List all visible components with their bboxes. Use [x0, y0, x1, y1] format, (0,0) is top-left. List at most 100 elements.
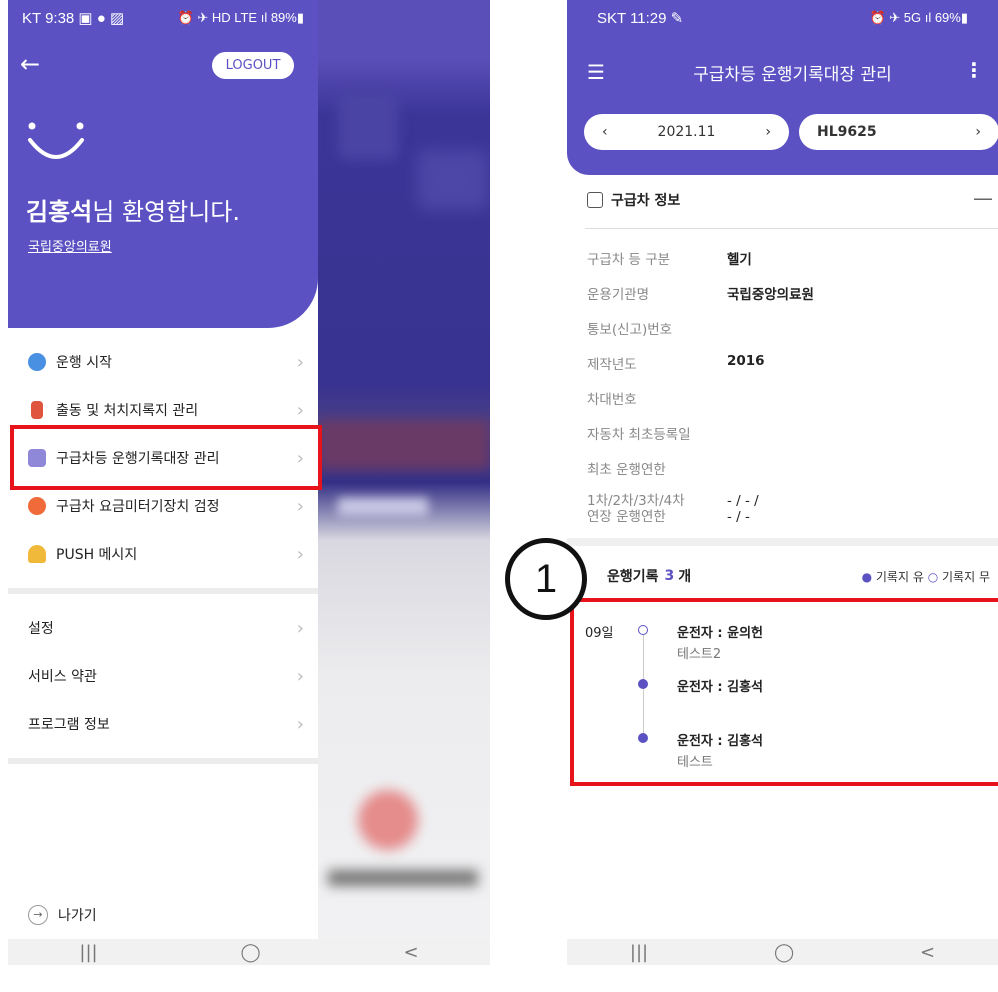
info-row: 통보(신고)번호	[587, 318, 987, 353]
chevron-right-icon: ›	[296, 665, 304, 687]
chevron-right-icon: ›	[975, 124, 981, 140]
chevron-right-icon: ›	[296, 617, 304, 639]
records-count: 3	[664, 568, 675, 584]
info-key: 1차/2차/3차/4차 연장 운행연한	[587, 493, 685, 526]
home-button[interactable]: ◯	[774, 942, 794, 963]
info-key: 자동차 최초등록일	[587, 427, 691, 443]
recent-apps-button[interactable]: |||	[630, 942, 648, 963]
user-name: 김홍석	[26, 198, 93, 226]
info-key: 최초 운행연한	[587, 462, 666, 478]
info-key: 구급차 등 구분	[587, 252, 671, 268]
hollow-dot-icon: ○	[927, 570, 939, 584]
menu-item-push-message[interactable]: PUSH 메시지 ›	[8, 530, 318, 578]
menu-item-start-operation[interactable]: 운행 시작 ›	[8, 338, 318, 386]
info-row: 최초 운행연한	[587, 458, 987, 493]
records-title: 운행기록	[607, 569, 659, 585]
info-row: 운용기관명 국립중앙의료원	[587, 283, 987, 318]
vehicle-value: HL9625	[817, 124, 877, 140]
month-selector: ‹ 2021.11 ›	[584, 114, 789, 150]
document-icon	[31, 401, 43, 419]
exit-icon: →	[28, 905, 48, 925]
menu-item-terms[interactable]: 서비스 약관 ›	[8, 652, 318, 700]
status-left: SKT 11:29 ✎	[597, 10, 684, 27]
info-row: 구급차 등 구분 헬기	[587, 248, 987, 283]
info-key: 차대번호	[587, 392, 637, 408]
divider	[567, 538, 998, 546]
back-arrow-icon[interactable]: ←	[20, 50, 50, 80]
info-row: 차대번호	[587, 388, 987, 423]
filled-dot-icon: ●	[861, 570, 873, 584]
legend-yes: 기록지 유	[875, 570, 924, 584]
left-phone-screen: KT 9:38 ▣ ● ▨ ⏰ ✈ HD LTE ıl 89%▮ ← LOGOU…	[8, 0, 490, 965]
welcome-suffix: 님 환영합니다.	[92, 198, 240, 226]
info-row: 1차/2차/3차/4차 연장 운행연한 - / - / - / -	[587, 493, 987, 543]
chevron-right-icon: ›	[296, 713, 304, 735]
menu-item-label: 출동 및 처치지록지 관리	[56, 403, 199, 419]
records-unit: 개	[678, 569, 692, 585]
vehicle-selector[interactable]: HL9625 ›	[799, 114, 998, 150]
info-row: 제작년도 2016	[587, 353, 987, 388]
info-key: 통보(신고)번호	[587, 322, 673, 338]
blurred-background	[318, 0, 490, 965]
back-button[interactable]: <	[920, 942, 935, 963]
gauge-icon	[28, 497, 46, 515]
chevron-right-icon: ›	[296, 495, 304, 517]
hamburger-menu-icon[interactable]: ☰	[587, 60, 605, 84]
back-button[interactable]: <	[403, 942, 418, 963]
logout-button[interactable]: LOGOUT	[212, 52, 294, 79]
drawer-header: KT 9:38 ▣ ● ▨ ⏰ ✈ HD LTE ıl 89%▮ ← LOGOU…	[8, 0, 318, 328]
month-value: 2021.11	[657, 124, 716, 140]
collapse-icon[interactable]: —	[973, 186, 993, 210]
recent-apps-button[interactable]: |||	[79, 942, 97, 963]
status-bar: SKT 11:29 ✎ ⏰ ✈ 5G ıl 69%▮	[567, 0, 998, 36]
smile-icon	[28, 122, 84, 159]
home-button[interactable]: ◯	[240, 942, 260, 963]
info-value: 국립중앙의료원	[727, 287, 814, 303]
org-link[interactable]: 국립중앙의료원	[28, 236, 112, 255]
bell-icon	[28, 545, 46, 563]
status-left: KT 9:38 ▣ ● ▨	[22, 10, 125, 27]
android-nav-bar: ||| ◯ <	[8, 939, 490, 965]
chevron-right-icon: ›	[296, 543, 304, 565]
status-right: ⏰ ✈ 5G ıl 69%▮	[869, 10, 968, 25]
section-title-label: 구급차 정보	[611, 193, 681, 209]
ambulance-icon	[587, 192, 603, 208]
menu-item-label: 구급차 요금미터기장치 검정	[56, 499, 220, 515]
divider	[585, 228, 998, 229]
info-value: 2016	[727, 353, 765, 369]
ambulance-info-table: 구급차 등 구분 헬기 운용기관명 국립중앙의료원 통보(신고)번호 제작년도 201…	[587, 248, 987, 543]
right-phone-screen: SKT 11:29 ✎ ⏰ ✈ 5G ıl 69%▮ ☰ 구급차등 운행기록대장…	[567, 0, 998, 965]
menu-item-program-info[interactable]: 프로그램 정보 ›	[8, 700, 318, 748]
info-row: 자동차 최초등록일	[587, 423, 987, 458]
legend-no: 기록지 무	[942, 570, 990, 584]
menu-item-label: 설정	[28, 621, 54, 637]
records-header: 운행기록 3 개	[607, 566, 691, 586]
info-value: - / - / - / -	[727, 493, 759, 526]
info-key: 제작년도	[587, 357, 637, 373]
divider	[8, 588, 318, 594]
step-number-badge: 1	[505, 538, 587, 620]
status-bar: KT 9:38 ▣ ● ▨ ⏰ ✈ HD LTE ıl 89%▮	[8, 0, 318, 36]
menu-item-settings[interactable]: 설정 ›	[8, 604, 318, 652]
status-right: ⏰ ✈ HD LTE ıl 89%▮	[177, 10, 304, 25]
app-header: SKT 11:29 ✎ ⏰ ✈ 5G ıl 69%▮ ☰ 구급차등 운행기록대장…	[567, 0, 998, 175]
page-title: 구급차등 운행기록대장 관리	[693, 65, 892, 85]
info-key: 운용기관명	[587, 287, 650, 303]
exit-button[interactable]: → 나가기	[28, 905, 97, 925]
chevron-right-icon: ›	[296, 351, 304, 373]
records-legend: ● 기록지 유 ○ 기록지 무	[862, 568, 990, 585]
android-nav-bar: ||| ◯ <	[567, 939, 998, 965]
menu-item-label: 운행 시작	[56, 355, 112, 371]
menu-item-label: PUSH 메시지	[56, 547, 138, 563]
chevron-left-icon[interactable]: ‹	[602, 124, 608, 140]
exit-label: 나가기	[58, 908, 97, 924]
chevron-right-icon: ›	[296, 399, 304, 421]
welcome-text: 김홍석님 환영합니다.	[26, 192, 240, 227]
chevron-right-icon[interactable]: ›	[765, 124, 771, 140]
kebab-menu-icon[interactable]: ⋮	[964, 58, 984, 82]
info-value: 헬기	[727, 252, 752, 268]
drawer-menu: 운행 시작 › 출동 및 처치지록지 관리 › 구급차등 운행기록대장 관리 ›…	[8, 338, 318, 774]
divider	[8, 758, 318, 764]
highlight-box	[570, 598, 998, 786]
globe-icon	[28, 353, 46, 371]
